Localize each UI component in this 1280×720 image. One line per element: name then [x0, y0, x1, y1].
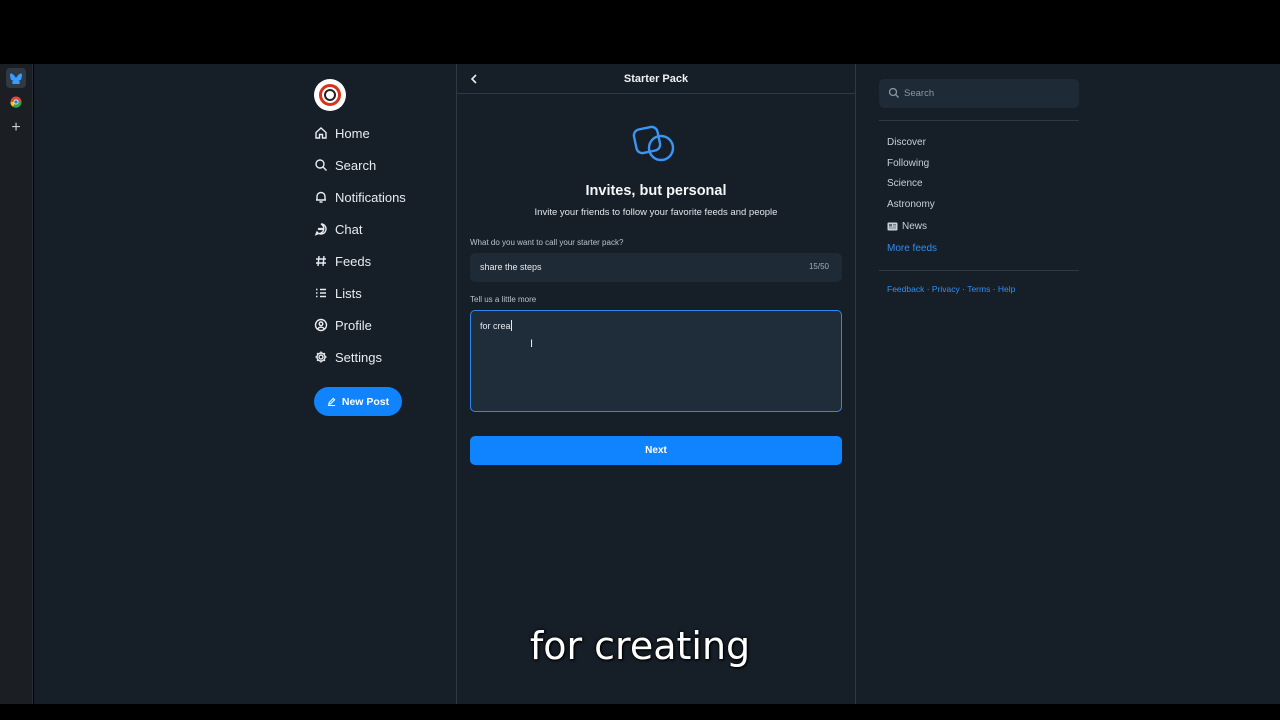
help-link[interactable]: Help: [998, 284, 1015, 294]
home-icon: [315, 127, 327, 139]
description-label: Tell us a little more: [470, 295, 537, 304]
search-input[interactable]: [904, 83, 1074, 104]
nav-home[interactable]: Home: [314, 122, 370, 144]
nav-notifications[interactable]: Notifications: [314, 186, 406, 208]
new-post-button[interactable]: New Post: [314, 387, 402, 416]
terms-link[interactable]: Terms: [967, 284, 990, 294]
nav-label: Profile: [335, 317, 372, 333]
nav-search[interactable]: Search: [314, 154, 376, 176]
nav-lists[interactable]: Lists: [314, 282, 362, 304]
nav-label: Home: [335, 125, 370, 141]
name-value: share the steps: [480, 262, 542, 272]
privacy-link[interactable]: Privacy: [932, 284, 960, 294]
bluesky-app: Home Search Notifications Chat Feeds Lis…: [34, 64, 1280, 704]
gear-icon: [315, 351, 327, 363]
ibeam-cursor-icon: I: [530, 338, 534, 350]
nav-label: Notifications: [335, 189, 406, 205]
profile-icon: [314, 318, 328, 332]
feed-label: News: [902, 221, 928, 232]
hero-title: Invites, but personal: [585, 183, 727, 199]
feed-link-discover[interactable]: Discover: [887, 137, 926, 148]
hero-subtitle: Invite your friends to follow your favor…: [534, 207, 778, 218]
nav-label: Search: [335, 157, 377, 173]
chrome-tab-icon[interactable]: [6, 92, 26, 112]
search-icon: [315, 159, 327, 171]
new-post-label: New Post: [341, 395, 390, 408]
next-button[interactable]: Next: [470, 436, 842, 465]
search-box[interactable]: [879, 79, 1079, 108]
divider: [879, 120, 1079, 121]
feed-link-news[interactable]: News: [887, 221, 927, 232]
description-value: for crea: [480, 321, 511, 331]
browser-sidebar: +: [0, 64, 33, 704]
search-icon: [888, 87, 899, 98]
more-feeds-link[interactable]: More feeds: [887, 243, 937, 254]
newspaper-icon: [887, 222, 898, 231]
description-value-wrap: for crea: [480, 320, 512, 331]
edit-icon: [327, 397, 336, 406]
header: Starter Pack: [457, 64, 855, 94]
footer-links: Feedback · Privacy · Terms · Help: [887, 284, 1015, 294]
name-label: What do you want to call your starter pa…: [470, 238, 624, 247]
nav-label: Lists: [335, 285, 362, 301]
list-icon: [316, 288, 326, 298]
nav-chat[interactable]: Chat: [314, 218, 362, 240]
feedback-link[interactable]: Feedback: [887, 284, 924, 294]
video-caption: for creating: [529, 624, 751, 668]
page-title: Starter Pack: [623, 73, 689, 85]
hash-icon: [316, 255, 326, 267]
footer-separator: ·: [990, 284, 998, 294]
chat-icon: [314, 223, 327, 236]
nav-settings[interactable]: Settings: [314, 346, 382, 368]
nav-label: Chat: [335, 221, 363, 237]
nav-profile[interactable]: Profile: [314, 314, 372, 336]
description-field[interactable]: for crea I: [470, 310, 842, 412]
feed-link-science[interactable]: Science: [887, 178, 923, 189]
screen: + Home Search Notifications Chat Feeds L…: [0, 0, 1280, 720]
nav-label: Feeds: [335, 253, 372, 269]
text-caret: [510, 320, 512, 331]
divider: [879, 270, 1079, 271]
starter-pack-panel: Starter Pack Invites, but personal Invit…: [457, 64, 855, 704]
center-right-border: [855, 64, 856, 704]
feed-link-following[interactable]: Following: [887, 158, 929, 169]
bell-icon: [316, 191, 326, 203]
nav-feeds[interactable]: Feeds: [314, 250, 371, 272]
starter-pack-name-field[interactable]: share the steps 15/50: [470, 253, 842, 282]
feed-link-astronomy[interactable]: Astronomy: [887, 199, 935, 210]
bluesky-tab-icon[interactable]: [6, 68, 26, 88]
add-tab-icon[interactable]: +: [6, 118, 26, 138]
footer-separator: ·: [924, 284, 932, 294]
avatar[interactable]: [314, 79, 346, 111]
character-count: 15/50: [808, 262, 829, 271]
nav-label: Settings: [335, 349, 382, 365]
starter-pack-icon: [632, 125, 675, 162]
